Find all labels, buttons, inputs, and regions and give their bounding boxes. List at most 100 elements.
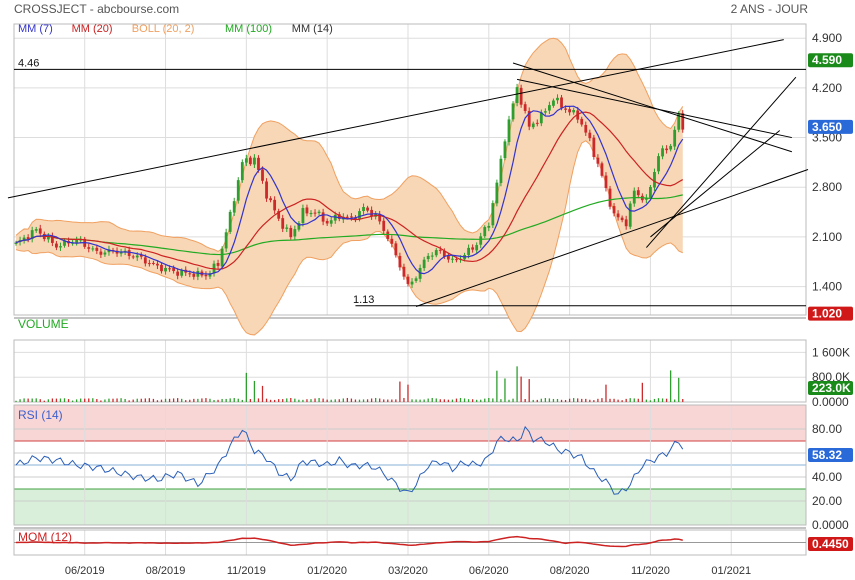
- candle-body: [91, 248, 95, 250]
- candle-body: [87, 247, 91, 249]
- price-axis-tick: 4.200: [812, 81, 842, 95]
- volume-badge: 223.0K: [808, 381, 853, 395]
- volume-panel-title: VOLUME: [18, 317, 69, 331]
- candle-body: [560, 97, 563, 108]
- price-badge-high: 4.590: [808, 53, 853, 67]
- candle-body: [649, 186, 652, 198]
- chart-title: CROSSJECT - abcbourse.com: [14, 2, 179, 16]
- candle-body: [665, 148, 668, 151]
- candle-body: [301, 208, 305, 224]
- candle-body: [55, 243, 58, 248]
- candle-body: [624, 219, 628, 227]
- candle-body: [386, 231, 390, 240]
- date-axis-tick: 11/2020: [631, 565, 670, 577]
- candle-body: [564, 108, 567, 110]
- panel-border: [13, 339, 807, 403]
- candle-body: [224, 232, 228, 249]
- candle-body: [398, 255, 402, 268]
- date-axis-tick: 03/2020: [388, 565, 428, 577]
- candle-body: [636, 190, 640, 196]
- candle-body: [248, 157, 252, 165]
- candle-body: [523, 104, 527, 111]
- candle-body: [313, 212, 317, 214]
- candle-body: [281, 218, 285, 229]
- legend-item: MM (14): [292, 23, 333, 35]
- candle-body: [515, 87, 519, 104]
- svg-text:58.32: 58.32: [812, 448, 842, 462]
- candle-body: [131, 256, 135, 258]
- candle-body: [548, 105, 551, 111]
- candle-body: [59, 246, 62, 248]
- candle-body: [293, 229, 297, 237]
- price-axis-tick: 4.900: [812, 31, 842, 45]
- candle-body: [204, 274, 208, 277]
- hline-label-low: 1.13: [353, 294, 374, 306]
- candle-body: [596, 157, 600, 164]
- candle-body: [325, 220, 329, 224]
- candle-body: [661, 148, 664, 157]
- candle-body: [414, 278, 418, 281]
- candle-body: [446, 255, 450, 260]
- candle-body: [216, 263, 220, 266]
- candle-body: [487, 225, 491, 228]
- rsi-axis-tick: 0.0000: [812, 518, 849, 532]
- svg-text:4.590: 4.590: [812, 53, 842, 67]
- candle-body: [75, 239, 79, 243]
- candle-body: [592, 137, 596, 157]
- candle-body: [261, 169, 264, 181]
- candle-body: [156, 263, 159, 266]
- date-axis-tick: 08/2019: [146, 565, 186, 577]
- candle-body: [653, 172, 656, 188]
- legend-item: MM (20): [72, 23, 113, 35]
- candle-body: [406, 276, 410, 284]
- candle-body: [370, 209, 374, 217]
- candle-body: [580, 118, 584, 125]
- candle-body: [471, 247, 475, 250]
- candle-body: [127, 250, 131, 256]
- legend-item: MM (7): [18, 23, 53, 35]
- candle-body: [244, 158, 248, 163]
- candle-body: [147, 263, 151, 265]
- candle-body: [309, 212, 313, 215]
- candle-body: [366, 207, 369, 211]
- candle-body: [305, 207, 309, 214]
- candle-body: [390, 238, 394, 244]
- rsi-axis-tick: 20.00: [812, 494, 842, 508]
- candle-body: [99, 251, 103, 255]
- candle-body: [568, 109, 572, 113]
- svg-text:1.020: 1.020: [812, 307, 842, 321]
- candle-body: [220, 248, 224, 267]
- candle-body: [467, 247, 470, 255]
- svg-text:3.650: 3.650: [812, 120, 842, 134]
- candle-body: [499, 158, 503, 183]
- rsi-axis-tick: 40.00: [812, 470, 842, 484]
- candle-body: [438, 249, 442, 251]
- candle-body: [34, 229, 38, 231]
- candle-body: [681, 113, 685, 130]
- candle-body: [273, 199, 277, 211]
- candle-body: [160, 264, 163, 272]
- indicator-legend: MM (7) MM (20) BOLL (20, 2) MM (100) MM (14): [18, 23, 333, 35]
- date-axis-tick: 01/2020: [307, 565, 347, 577]
- stock-chart: 4.9004.2003.5002.8002.1001.4001 600K800.…: [7, 2, 853, 577]
- candle-body: [483, 227, 487, 237]
- candle-body: [321, 212, 325, 222]
- candle-body: [584, 124, 588, 133]
- candle-body: [422, 259, 426, 269]
- candle-body: [608, 188, 612, 207]
- date-axis-tick: 01/2021: [711, 565, 751, 577]
- candle-body: [616, 213, 620, 218]
- rsi-overbought-zone: [14, 405, 806, 441]
- grid-lines: [13, 23, 807, 556]
- price-badge-last: 3.650: [808, 120, 853, 134]
- candle-body: [176, 271, 180, 276]
- candle-body: [669, 145, 673, 150]
- volume-axis-tick: 1 600K: [812, 345, 850, 359]
- mom-badge: 0.4450: [808, 537, 853, 551]
- mom-panel-title: MOM (12): [18, 530, 72, 544]
- candle-body: [556, 97, 559, 101]
- candle-body: [552, 100, 555, 106]
- candle-body: [612, 206, 616, 214]
- price-badge-low: 1.020: [808, 306, 853, 321]
- candle-body: [289, 227, 293, 238]
